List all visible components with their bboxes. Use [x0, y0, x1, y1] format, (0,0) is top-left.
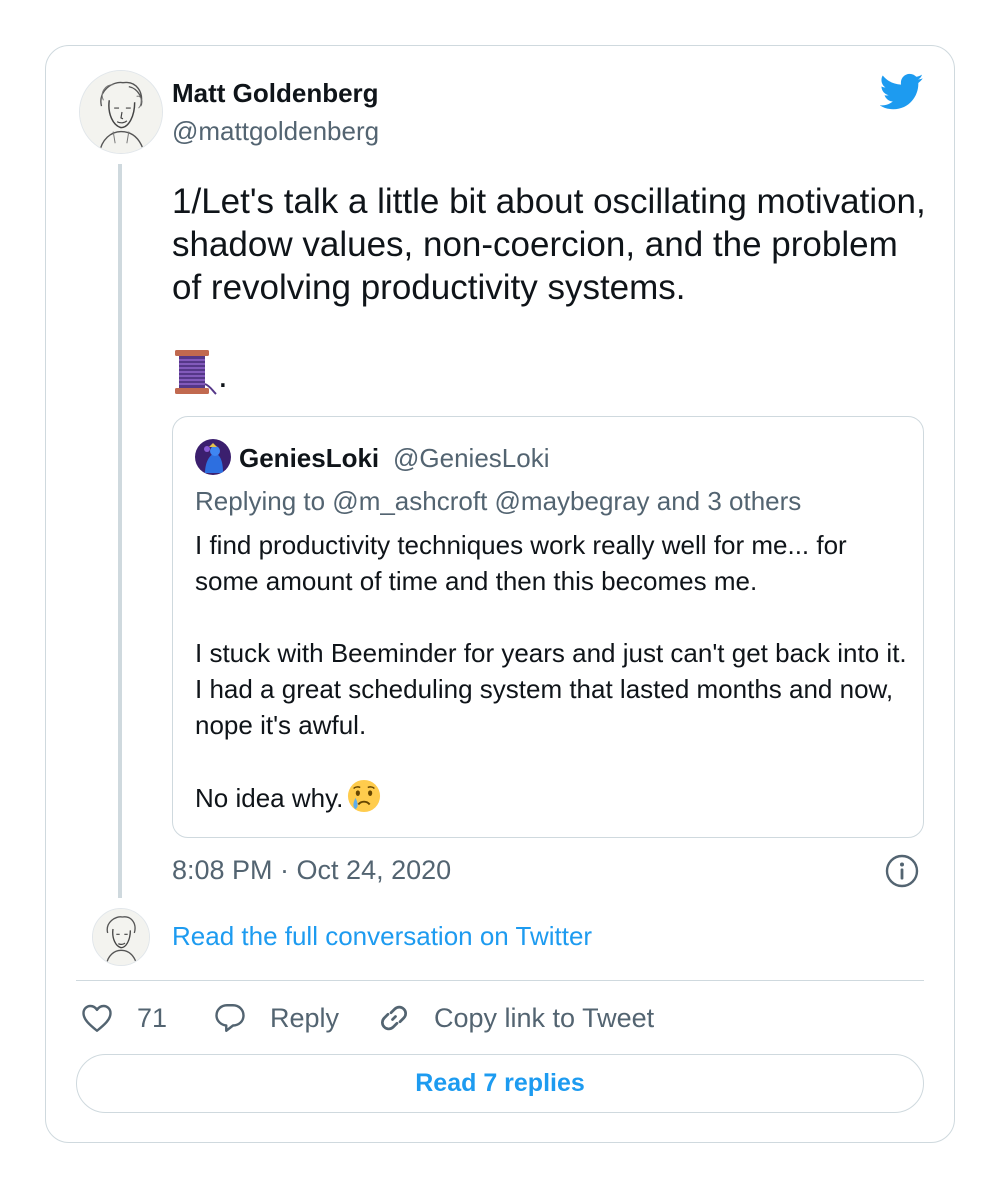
quoted-avatar[interactable] [195, 439, 231, 475]
speech-bubble-icon [215, 1004, 245, 1032]
quoted-name[interactable]: GeniesLoki [239, 443, 379, 474]
quoted-text: I find productivity techniques work real… [195, 527, 907, 816]
like-button[interactable]: 71 [79, 998, 167, 1038]
thread-emoji-line: . [172, 348, 228, 396]
like-count: 71 [137, 1002, 168, 1033]
quoted-text-body: I find productivity techniques work real… [195, 530, 907, 813]
author-handle[interactable]: @mattgoldenberg [172, 116, 379, 147]
quoted-replying-to: Replying to @m_ashcroft @maybegray and 3… [195, 486, 802, 516]
heart-icon [82, 1004, 112, 1032]
crying-face-icon [348, 779, 381, 813]
divider [76, 980, 924, 981]
author-avatar[interactable] [79, 70, 163, 154]
tweet-timestamp[interactable]: 8:08 PM · Oct 24, 2020 [172, 855, 451, 886]
read-conversation-link[interactable]: Read the full conversation on Twitter [172, 921, 592, 952]
quoted-tweet[interactable]: GeniesLoki @GeniesLoki Replying to @m_as… [172, 416, 924, 838]
reply-button[interactable]: Reply [212, 998, 339, 1038]
link-icon [380, 1005, 408, 1031]
spool-of-thread-icon [175, 350, 217, 395]
read-replies-button[interactable]: Read 7 replies [76, 1054, 924, 1113]
tweet-embed-card: Matt Goldenberg @mattgoldenberg 1/Let's … [45, 45, 955, 1143]
copy-link-button[interactable]: Copy link to Tweet [376, 998, 654, 1038]
author-avatar-small[interactable] [92, 908, 150, 966]
thread-suffix: . [218, 356, 228, 395]
copy-link-label: Copy link to Tweet [434, 1002, 655, 1033]
quoted-handle[interactable]: @GeniesLoki [393, 443, 549, 474]
info-icon[interactable] [885, 854, 919, 888]
reply-label: Reply [270, 1002, 340, 1033]
author-name[interactable]: Matt Goldenberg [172, 78, 379, 109]
thread-line [118, 164, 122, 898]
twitter-bird-icon[interactable] [880, 73, 924, 111]
tweet-text: 1/Let's talk a little bit about oscillat… [172, 182, 926, 307]
